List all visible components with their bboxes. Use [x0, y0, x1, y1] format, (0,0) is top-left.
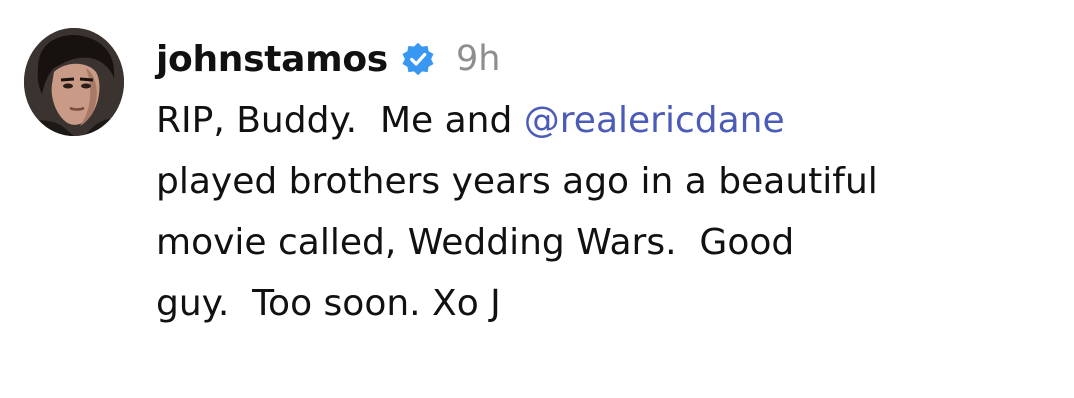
mention-link[interactable]: @realericdane [524, 100, 785, 141]
comment: johnstamos 9h RIP, Buddy. Me and @realer… [0, 0, 1074, 398]
comment-text-start: RIP, Buddy. Me and [156, 100, 524, 141]
comment-text-line-1: RIP, Buddy. Me and @realericdane [156, 90, 1056, 151]
comment-header: johnstamos 9h [156, 30, 1056, 88]
username-link[interactable]: johnstamos [156, 39, 388, 80]
avatar[interactable] [24, 28, 124, 136]
comment-body: johnstamos 9h RIP, Buddy. Me and @realer… [156, 30, 1056, 334]
comment-text: RIP, Buddy. Me and @realericdane played … [156, 90, 1056, 334]
verified-badge-icon [400, 41, 436, 77]
comment-text-line-4: guy. Too soon. Xo J [156, 283, 501, 324]
profile-photo-icon [24, 28, 124, 136]
comment-text-line-3: movie called, Wedding Wars. Good [156, 222, 795, 263]
comment-timestamp: 9h [455, 39, 501, 79]
comment-text-line-2: played brothers years ago in a beautiful [156, 161, 878, 202]
